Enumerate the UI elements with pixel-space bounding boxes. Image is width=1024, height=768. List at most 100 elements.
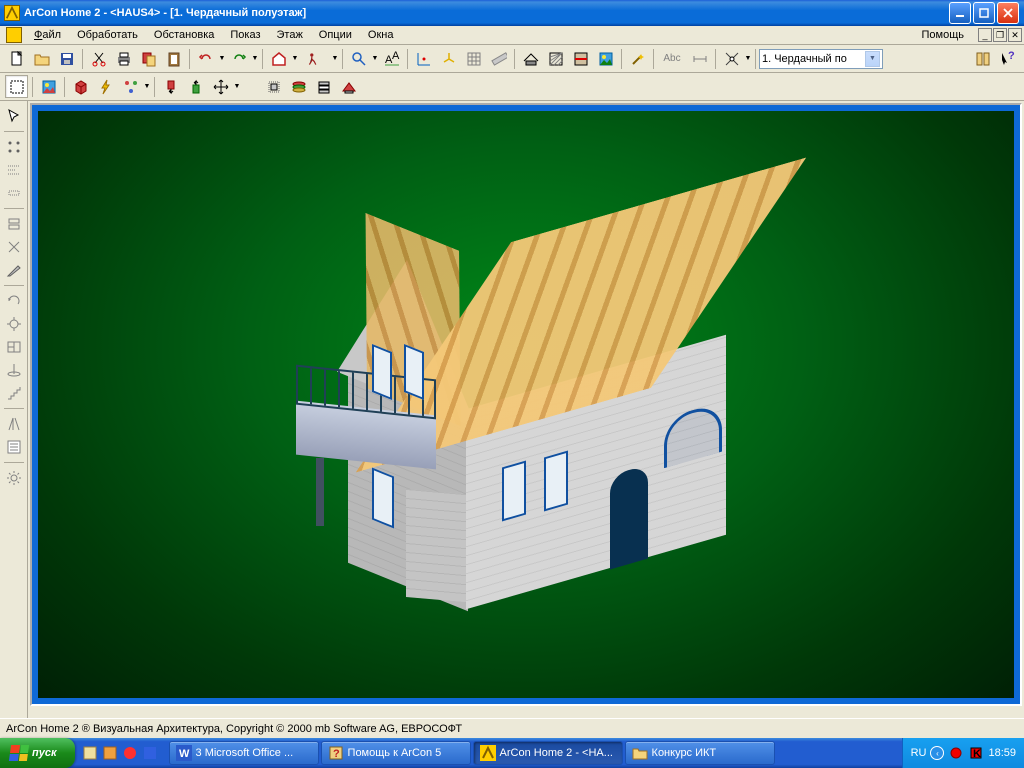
print-button[interactable] bbox=[112, 47, 135, 70]
task-label-3: Конкурс ИКТ bbox=[652, 747, 717, 759]
menu-file[interactable]: Файл bbox=[26, 28, 69, 42]
task-help[interactable]: ? Помощь к ArCon 5 bbox=[321, 741, 471, 765]
tray-expand-button[interactable]: ‹ bbox=[930, 746, 944, 760]
abc-label: Abc bbox=[663, 53, 680, 64]
text-scale-button[interactable]: AA bbox=[380, 47, 403, 70]
svg-text:?: ? bbox=[1008, 51, 1015, 62]
knife-icon bbox=[6, 262, 22, 278]
ql-item-3[interactable] bbox=[121, 743, 139, 763]
ql-item-4[interactable] bbox=[141, 743, 159, 763]
design-dropdown[interactable]: ▼ bbox=[291, 55, 299, 62]
zoom-dropdown[interactable]: ▼ bbox=[371, 55, 379, 62]
height-down-button[interactable] bbox=[159, 75, 182, 98]
stairs-button[interactable] bbox=[3, 382, 25, 404]
task-word[interactable]: W 3 Microsoft Office ... bbox=[169, 741, 319, 765]
left-toolbar bbox=[0, 101, 28, 728]
zoom-button[interactable] bbox=[347, 47, 370, 70]
mdi-restore-button[interactable]: ❐ bbox=[993, 28, 1007, 42]
text-tool-button[interactable]: Abc bbox=[658, 47, 686, 70]
redo-dropdown[interactable]: ▼ bbox=[251, 55, 259, 62]
marker-button[interactable] bbox=[3, 182, 25, 204]
mdi-close-button[interactable]: ✕ bbox=[1008, 28, 1022, 42]
groups-button[interactable] bbox=[119, 75, 142, 98]
open-file-button[interactable] bbox=[30, 47, 53, 70]
walk-mode-button[interactable] bbox=[300, 47, 330, 70]
tray-icon-1[interactable] bbox=[948, 745, 964, 761]
menu-furnish[interactable]: Обстановка bbox=[146, 28, 222, 42]
list-button[interactable] bbox=[3, 436, 25, 458]
cut-tool-button[interactable] bbox=[3, 259, 25, 281]
elevation-button[interactable] bbox=[3, 359, 25, 381]
floor-layers-button[interactable] bbox=[287, 75, 310, 98]
cross-button[interactable] bbox=[3, 236, 25, 258]
snap-dropdown[interactable]: ▼ bbox=[744, 55, 752, 62]
mdi-minimize-button[interactable]: _ bbox=[978, 28, 992, 42]
picture-button[interactable] bbox=[37, 75, 60, 98]
menu-edit[interactable]: Обработать bbox=[69, 28, 146, 42]
section-button[interactable] bbox=[569, 47, 592, 70]
save-button[interactable] bbox=[55, 47, 78, 70]
tray-clock[interactable]: 18:59 bbox=[988, 747, 1016, 759]
minimize-button[interactable] bbox=[949, 2, 971, 24]
start-button[interactable]: пуск bbox=[0, 738, 75, 768]
new-file-button[interactable] bbox=[5, 47, 28, 70]
title-bar: ArCon Home 2 - <HAUS4> - [1. Чердачный п… bbox=[0, 0, 1024, 26]
catalog-button[interactable] bbox=[971, 47, 994, 70]
mirror-button[interactable] bbox=[3, 413, 25, 435]
cube-button[interactable] bbox=[69, 75, 92, 98]
groups-dropdown[interactable]: ▼ bbox=[143, 83, 151, 90]
axes-button[interactable] bbox=[437, 47, 460, 70]
close-button[interactable] bbox=[997, 2, 1019, 24]
grid-nodes-icon bbox=[6, 139, 22, 155]
select-all-button[interactable] bbox=[5, 75, 28, 98]
magic-button[interactable] bbox=[626, 47, 649, 70]
coords-button[interactable] bbox=[412, 47, 435, 70]
menu-options[interactable]: Опции bbox=[311, 28, 360, 42]
menu-floor[interactable]: Этаж bbox=[269, 28, 311, 42]
rotate-button[interactable] bbox=[3, 290, 25, 312]
task-folder[interactable]: Конкурс ИКТ bbox=[625, 741, 775, 765]
redo-button[interactable] bbox=[227, 47, 250, 70]
ql-item-1[interactable] bbox=[81, 743, 99, 763]
hatch-button[interactable] bbox=[544, 47, 567, 70]
menu-help[interactable]: Помощь bbox=[914, 28, 973, 42]
walk-dropdown[interactable]: ▼ bbox=[331, 55, 339, 62]
context-help-button[interactable]: ? bbox=[996, 47, 1019, 70]
cut-button[interactable] bbox=[87, 47, 110, 70]
ql-item-2[interactable] bbox=[101, 743, 119, 763]
undo-button[interactable] bbox=[194, 47, 217, 70]
story-button[interactable] bbox=[312, 75, 335, 98]
layers-toggle-button[interactable] bbox=[3, 213, 25, 235]
roof-view-button[interactable] bbox=[337, 75, 360, 98]
copy-button[interactable] bbox=[137, 47, 160, 70]
height-up-button[interactable] bbox=[184, 75, 207, 98]
dimension-button[interactable] bbox=[688, 47, 711, 70]
menu-windows[interactable]: Окна bbox=[360, 28, 402, 42]
tray-icon-2[interactable]: K bbox=[968, 745, 984, 761]
floor-tool-button[interactable] bbox=[3, 336, 25, 358]
roof-tool-button[interactable] bbox=[519, 47, 542, 70]
lightning-button[interactable] bbox=[94, 75, 117, 98]
move-button[interactable] bbox=[209, 75, 232, 98]
render-button[interactable] bbox=[594, 47, 617, 70]
building-select-button[interactable] bbox=[262, 75, 285, 98]
maximize-button[interactable] bbox=[973, 2, 995, 24]
undo-dropdown[interactable]: ▼ bbox=[218, 55, 226, 62]
locate-button[interactable] bbox=[3, 313, 25, 335]
light-button[interactable] bbox=[3, 467, 25, 489]
floor-select[interactable]: 1. Чердачный по ▼ bbox=[759, 49, 883, 69]
pointer-tool-button[interactable] bbox=[3, 105, 25, 127]
task-arcon[interactable]: ArCon Home 2 - <HA... bbox=[473, 741, 623, 765]
grid-nodes-button[interactable] bbox=[3, 136, 25, 158]
align-button[interactable] bbox=[3, 159, 25, 181]
menu-view[interactable]: Показ bbox=[222, 28, 268, 42]
grid-button[interactable] bbox=[462, 47, 485, 70]
tray-lang[interactable]: RU bbox=[911, 747, 927, 759]
snap-button[interactable] bbox=[720, 47, 743, 70]
layers-toggle-icon bbox=[6, 216, 22, 232]
ruler-button[interactable] bbox=[487, 47, 510, 70]
move-dropdown[interactable]: ▼ bbox=[233, 83, 241, 90]
3d-viewport[interactable] bbox=[38, 111, 1014, 698]
paste-button[interactable] bbox=[162, 47, 185, 70]
design-mode-button[interactable] bbox=[267, 47, 290, 70]
